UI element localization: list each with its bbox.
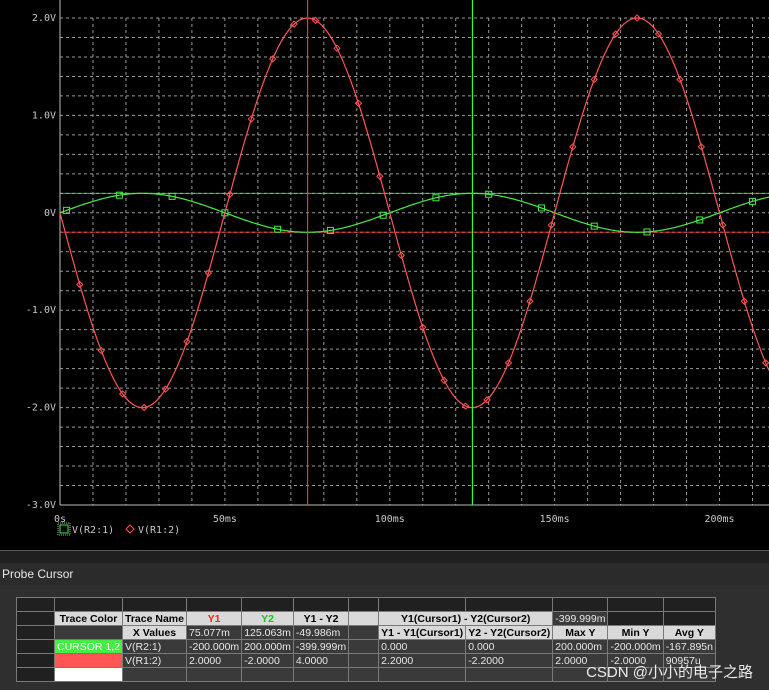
blank-cell [348,625,380,640]
blank-cell [662,611,716,626]
y-tick-label: -3.0V [26,500,56,511]
waveform-plot[interactable]: 2.0V 1.0V 0V -1.0V -2.0V -3.0V 0s 50ms 100ms 150m… [0,0,769,550]
watermark: CSDN @小小的电子之路 [586,664,753,681]
trace-color-swatch[interactable] [53,653,124,668]
y-tick-label: 2.0V [32,13,56,24]
blank-cell [292,597,350,612]
splitter[interactable] [0,550,769,563]
dx-value: -49.986m [292,625,350,640]
header-min-y[interactable]: Min Y [607,625,664,640]
table-header-row: Trace Color Trace Name Y1 Y2 Y1 - Y2 Y1(… [16,611,716,626]
max-y-value: 200.000m [552,639,609,654]
dy-value: 4.0000 [292,653,350,668]
y1-value: -200.000m [185,639,243,654]
blank-cell [53,597,124,612]
legend-label: V(R2:1) [72,525,114,536]
trace-color-swatch[interactable] [53,667,124,682]
x-tick-label: 50ms [213,514,237,525]
header-cursor-diff[interactable]: Y1(Cursor1) - Y2(Cursor2) [378,611,554,626]
blank-cell [552,597,609,612]
row-selector[interactable] [16,611,55,626]
y1-diff-value: 0.000 [378,639,467,654]
x-tick-label: 100ms [375,514,405,525]
y2-diff-value: -2.2000 [465,653,554,668]
header-x-values[interactable]: X Values [122,625,187,640]
y1-diff-value: 2.2000 [378,653,467,668]
y2-value: 200.000m [241,639,294,654]
x-tick-label: 150ms [540,514,570,525]
blank-cell [465,597,554,612]
blank-cell [53,625,124,640]
trace-name: V(R2:1) [122,639,187,654]
blank-cell [185,667,243,682]
blank-cell [241,597,294,612]
header-trace-name[interactable]: Trace Name [122,611,187,626]
blank-cell [348,667,380,682]
table-subheader-row: X Values 75.077m 125.063m -49.986m Y1 - … [16,625,716,640]
row-selector[interactable] [16,667,55,682]
probe-cursor-title: Probe Cursor [0,563,769,585]
x-tick-label: 200ms [704,514,734,525]
header-y1-y2[interactable]: Y1 - Y2 [292,611,350,626]
blank-cell [348,653,380,668]
grid [59,0,769,506]
blank-cell [378,597,467,612]
header-y1[interactable]: Y1 [185,611,243,626]
table-header-row-0 [16,597,716,612]
header-y2[interactable]: Y2 [241,611,294,626]
row-selector[interactable] [16,639,55,654]
y1-value: 2.0000 [185,653,243,668]
blank-cell [662,597,716,612]
header-y2-diff[interactable]: Y2 - Y2(Cursor2) [465,625,554,640]
blank-cell [122,597,187,612]
y-tick-label: -2.0V [26,403,56,414]
x1-value: 75.077m [185,625,243,640]
legend-label: V(R1:2) [138,525,180,536]
legend-marker [125,524,135,534]
blank-cell [348,597,380,612]
cursor-diff-value: -399.999m [552,611,609,626]
row-selector[interactable] [16,653,55,668]
blank-cell [292,667,350,682]
legend: V(R2:1) V(R1:2) [57,522,180,536]
blank-cell [607,597,664,612]
trace-color-swatch[interactable]: CURSOR 1,2 [53,639,124,654]
row-selector[interactable] [16,597,55,612]
blank-cell [465,667,554,682]
blank-cell [185,597,243,612]
y2-diff-value: 0.000 [465,639,554,654]
legend-marker [59,524,69,534]
trace-name: V(R1:2) [122,653,187,668]
y-tick-label: -1.0V [26,305,56,316]
blank-cell [241,667,294,682]
x2-value: 125.063m [241,625,294,640]
header-max-y[interactable]: Max Y [552,625,609,640]
header-trace-color[interactable]: Trace Color [53,611,124,626]
blank-cell [122,667,187,682]
blank-cell [378,667,467,682]
row-selector[interactable] [16,625,55,640]
header-y1-diff[interactable]: Y1 - Y1(Cursor1) [378,625,467,640]
waveform-chart: 2.0V1.0V0V-1.0V-2.0V-3.0V0s 50ms 100ms 150m… [26,0,769,536]
blank-cell [348,639,380,654]
header-avg-y[interactable]: Avg Y [662,625,716,640]
table-row[interactable]: CURSOR 1,2 V(R2:1) -200.000m 200.000m -3… [16,639,716,654]
dy-value: -399.999m [292,639,350,654]
avg-y-value: -167.895n [662,639,716,654]
y-tick-label: 0V [44,208,56,219]
header-blank [348,611,380,626]
blank-cell [607,611,664,626]
y2-value: -2.0000 [241,653,294,668]
axis-ticks: 2.0V1.0V0V-1.0V-2.0V-3.0V0s 50ms 100ms 150m… [26,13,735,525]
y-tick-label: 1.0V [32,110,56,121]
min-y-value: -200.000m [607,639,664,654]
